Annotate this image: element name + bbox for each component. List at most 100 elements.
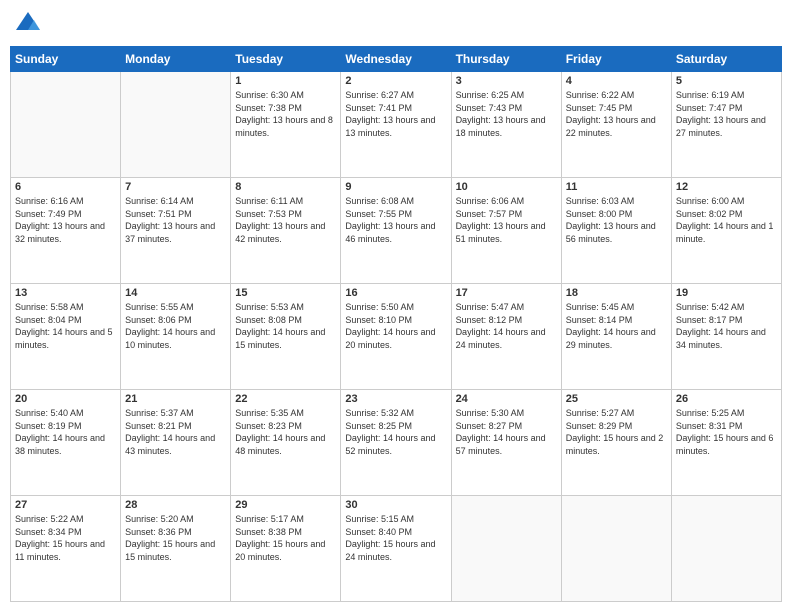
day-number: 1 [235, 75, 336, 87]
calendar-cell: 29Sunrise: 5:17 AM Sunset: 8:38 PM Dayli… [231, 496, 341, 602]
calendar-cell: 17 Sunrise: 5:47 AM Sunset: 8:12 PM Dayli… [451, 284, 561, 390]
calendar-table: SundayMondayTuesdayWednesdayThursdayFrid… [10, 46, 782, 602]
day-number: 10 [456, 181, 557, 193]
day-number: 15 [235, 287, 336, 299]
day-number: 27 [15, 499, 116, 511]
calendar-cell: 14 Sunrise: 5:55 AM Sunset: 8:06 PM Dayli… [121, 284, 231, 390]
calendar-cell: 22Sunrise: 5:35 AM Sunset: 8:23 PM Dayli… [231, 390, 341, 496]
day-info: Sunrise: 6:03 AM Sunset: 8:00 PM Dayligh… [566, 195, 667, 245]
calendar-cell: 11 Sunrise: 6:03 AM Sunset: 8:00 PM Dayli… [561, 178, 671, 284]
day-info: Sunrise: 6:06 AM Sunset: 7:57 PM Dayligh… [456, 195, 557, 245]
day-info: Sunrise: 5:53 AM Sunset: 8:08 PM Dayligh… [235, 301, 336, 351]
day-info: Sunrise: 5:50 AM Sunset: 8:10 PM Dayligh… [345, 301, 446, 351]
day-info: Sunrise: 6:25 AM Sunset: 7:43 PM Dayligh… [456, 89, 557, 139]
day-number: 2 [345, 75, 446, 87]
calendar-header-saturday: Saturday [671, 47, 781, 72]
calendar-cell: 12 Sunrise: 6:00 AM Sunset: 8:02 PM Dayli… [671, 178, 781, 284]
day-number: 17 [456, 287, 557, 299]
calendar-cell: 30 Sunrise: 5:15 AM Sunset: 8:40 PM Dayli… [341, 496, 451, 602]
day-info: Sunrise: 5:35 AM Sunset: 8:23 PM Dayligh… [235, 407, 336, 457]
day-info: Sunrise: 5:42 AM Sunset: 8:17 PM Dayligh… [676, 301, 777, 351]
page: SundayMondayTuesdayWednesdayThursdayFrid… [0, 0, 792, 612]
calendar-cell [451, 496, 561, 602]
day-number: 30 [345, 499, 446, 511]
day-info: Sunrise: 5:37 AM Sunset: 8:21 PM Dayligh… [125, 407, 226, 457]
day-info: Sunrise: 5:45 AM Sunset: 8:14 PM Dayligh… [566, 301, 667, 351]
day-info: Sunrise: 5:30 AM Sunset: 8:27 PM Dayligh… [456, 407, 557, 457]
calendar-cell: 2Sunrise: 6:27 AM Sunset: 7:41 PM Daylig… [341, 72, 451, 178]
calendar-cell: 27 Sunrise: 5:22 AM Sunset: 8:34 PM Dayli… [11, 496, 121, 602]
day-number: 8 [235, 181, 336, 193]
calendar-cell: 28 Sunrise: 5:20 AM Sunset: 8:36 PM Dayli… [121, 496, 231, 602]
calendar-week-1: 1 Sunrise: 6:30 AM Sunset: 7:38 PM Daylig… [11, 72, 782, 178]
day-info: Sunrise: 5:25 AM Sunset: 8:31 PM Dayligh… [676, 407, 777, 457]
day-number: 21 [125, 393, 226, 405]
logo-icon [14, 10, 42, 38]
calendar-cell: 1 Sunrise: 6:30 AM Sunset: 7:38 PM Daylig… [231, 72, 341, 178]
calendar-cell: 18Sunrise: 5:45 AM Sunset: 8:14 PM Dayli… [561, 284, 671, 390]
day-info: Sunrise: 6:30 AM Sunset: 7:38 PM Dayligh… [235, 89, 336, 139]
calendar-week-4: 20 Sunrise: 5:40 AM Sunset: 8:19 PM Dayli… [11, 390, 782, 496]
day-number: 14 [125, 287, 226, 299]
day-info: Sunrise: 5:40 AM Sunset: 8:19 PM Dayligh… [15, 407, 116, 457]
day-number: 11 [566, 181, 667, 193]
day-info: Sunrise: 5:20 AM Sunset: 8:36 PM Dayligh… [125, 513, 226, 563]
calendar-cell [121, 72, 231, 178]
day-number: 7 [125, 181, 226, 193]
calendar-cell: 21 Sunrise: 5:37 AM Sunset: 8:21 PM Dayli… [121, 390, 231, 496]
calendar-header-row: SundayMondayTuesdayWednesdayThursdayFrid… [11, 47, 782, 72]
logo [14, 10, 46, 38]
day-number: 16 [345, 287, 446, 299]
calendar-cell: 8Sunrise: 6:11 AM Sunset: 7:53 PM Daylig… [231, 178, 341, 284]
calendar-cell: 16 Sunrise: 5:50 AM Sunset: 8:10 PM Dayli… [341, 284, 451, 390]
calendar-cell [561, 496, 671, 602]
day-number: 26 [676, 393, 777, 405]
day-number: 23 [345, 393, 446, 405]
day-number: 19 [676, 287, 777, 299]
calendar-cell: 23 Sunrise: 5:32 AM Sunset: 8:25 PM Dayli… [341, 390, 451, 496]
calendar-header-thursday: Thursday [451, 47, 561, 72]
calendar-cell: 6Sunrise: 6:16 AM Sunset: 7:49 PM Daylig… [11, 178, 121, 284]
day-info: Sunrise: 5:55 AM Sunset: 8:06 PM Dayligh… [125, 301, 226, 351]
day-info: Sunrise: 5:32 AM Sunset: 8:25 PM Dayligh… [345, 407, 446, 457]
day-number: 12 [676, 181, 777, 193]
calendar-week-2: 6Sunrise: 6:16 AM Sunset: 7:49 PM Daylig… [11, 178, 782, 284]
day-info: Sunrise: 5:27 AM Sunset: 8:29 PM Dayligh… [566, 407, 667, 457]
calendar-cell: 25 Sunrise: 5:27 AM Sunset: 8:29 PM Dayli… [561, 390, 671, 496]
calendar-header-friday: Friday [561, 47, 671, 72]
day-info: Sunrise: 6:19 AM Sunset: 7:47 PM Dayligh… [676, 89, 777, 139]
calendar-cell: 15 Sunrise: 5:53 AM Sunset: 8:08 PM Dayli… [231, 284, 341, 390]
calendar-cell: 24 Sunrise: 5:30 AM Sunset: 8:27 PM Dayli… [451, 390, 561, 496]
day-number: 9 [345, 181, 446, 193]
day-info: Sunrise: 6:08 AM Sunset: 7:55 PM Dayligh… [345, 195, 446, 245]
day-info: Sunrise: 5:22 AM Sunset: 8:34 PM Dayligh… [15, 513, 116, 563]
day-info: Sunrise: 5:47 AM Sunset: 8:12 PM Dayligh… [456, 301, 557, 351]
day-info: Sunrise: 5:17 AM Sunset: 8:38 PM Dayligh… [235, 513, 336, 563]
day-number: 13 [15, 287, 116, 299]
day-number: 6 [15, 181, 116, 193]
day-number: 25 [566, 393, 667, 405]
day-number: 4 [566, 75, 667, 87]
calendar-week-3: 13 Sunrise: 5:58 AM Sunset: 8:04 PM Dayli… [11, 284, 782, 390]
day-number: 20 [15, 393, 116, 405]
day-info: Sunrise: 5:58 AM Sunset: 8:04 PM Dayligh… [15, 301, 116, 351]
calendar-cell [11, 72, 121, 178]
day-number: 24 [456, 393, 557, 405]
calendar-header-monday: Monday [121, 47, 231, 72]
calendar-cell: 7Sunrise: 6:14 AM Sunset: 7:51 PM Daylig… [121, 178, 231, 284]
day-number: 5 [676, 75, 777, 87]
calendar-cell: 13 Sunrise: 5:58 AM Sunset: 8:04 PM Dayli… [11, 284, 121, 390]
calendar-header-sunday: Sunday [11, 47, 121, 72]
calendar-cell: 10 Sunrise: 6:06 AM Sunset: 7:57 PM Dayli… [451, 178, 561, 284]
day-info: Sunrise: 6:22 AM Sunset: 7:45 PM Dayligh… [566, 89, 667, 139]
calendar-cell: 20 Sunrise: 5:40 AM Sunset: 8:19 PM Dayli… [11, 390, 121, 496]
calendar-cell [671, 496, 781, 602]
day-info: Sunrise: 5:15 AM Sunset: 8:40 PM Dayligh… [345, 513, 446, 563]
day-number: 28 [125, 499, 226, 511]
day-number: 3 [456, 75, 557, 87]
calendar-cell: 4 Sunrise: 6:22 AM Sunset: 7:45 PM Daylig… [561, 72, 671, 178]
calendar-header-wednesday: Wednesday [341, 47, 451, 72]
day-info: Sunrise: 6:00 AM Sunset: 8:02 PM Dayligh… [676, 195, 777, 245]
calendar-cell: 3 Sunrise: 6:25 AM Sunset: 7:43 PM Daylig… [451, 72, 561, 178]
calendar-week-5: 27 Sunrise: 5:22 AM Sunset: 8:34 PM Dayli… [11, 496, 782, 602]
